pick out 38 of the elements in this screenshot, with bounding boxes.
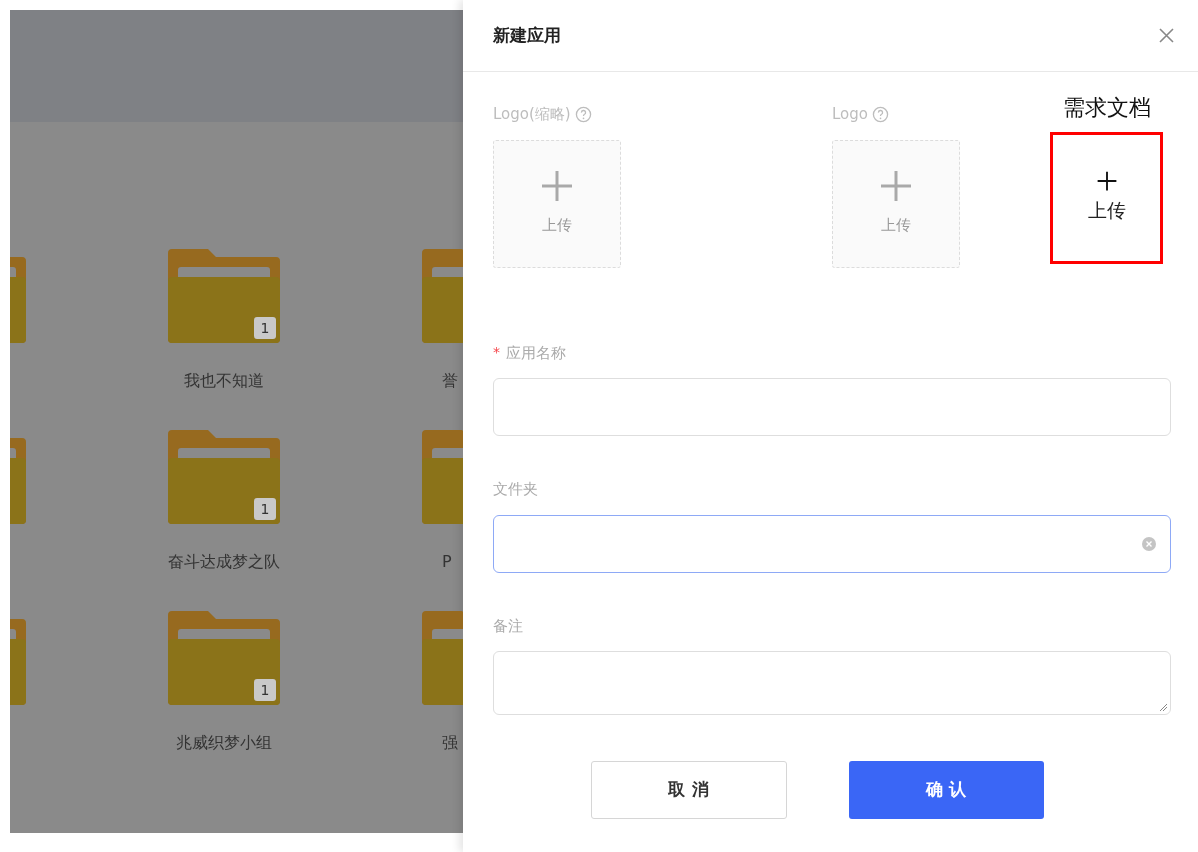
upload-button[interactable]: 上传 bbox=[832, 139, 960, 268]
folder-icon[interactable] bbox=[168, 249, 280, 345]
plus-icon bbox=[880, 170, 912, 203]
count-badge: 1 bbox=[254, 679, 276, 701]
help-icon[interactable] bbox=[872, 105, 889, 123]
folder-name[interactable]: 我也不知道 bbox=[184, 371, 264, 391]
count-badge: 1 bbox=[254, 498, 276, 520]
folder-name[interactable]: 强 bbox=[422, 733, 463, 753]
field-label: 备注 bbox=[493, 615, 523, 637]
upload-text: 上传 bbox=[542, 215, 572, 237]
upload-text: 上传 bbox=[881, 215, 911, 237]
folder-name[interactable]: 兆威织梦小组 bbox=[176, 733, 272, 753]
plus-icon bbox=[1096, 170, 1117, 191]
confirm-button[interactable]: 确认 bbox=[848, 761, 1044, 819]
folder-icon[interactable] bbox=[168, 611, 280, 707]
clear-icon[interactable] bbox=[1142, 536, 1156, 551]
input-field[interactable] bbox=[493, 514, 1171, 573]
close-icon[interactable] bbox=[1159, 28, 1174, 43]
folder-name[interactable]: 奋斗达成梦之队 bbox=[168, 552, 280, 572]
upload-text: 上传 bbox=[1087, 198, 1126, 223]
help-icon[interactable] bbox=[574, 105, 592, 123]
upload-label: Logo bbox=[832, 104, 868, 125]
folder-name[interactable]: 誉 bbox=[422, 371, 463, 391]
annotation-title: 需求文档 bbox=[1062, 94, 1151, 122]
count-badge: 1 bbox=[254, 317, 276, 339]
drawer-title: 新建应用 bbox=[493, 23, 561, 47]
upload-button[interactable]: 上传 bbox=[1050, 132, 1163, 264]
textarea-field[interactable] bbox=[493, 651, 1171, 715]
folder-name[interactable]: P bbox=[422, 552, 463, 572]
field-label: 应用名称 bbox=[506, 342, 566, 364]
cancel-button[interactable]: 取消 bbox=[590, 761, 787, 819]
plus-icon bbox=[541, 170, 573, 203]
upload-button[interactable]: 上传 bbox=[493, 139, 621, 268]
field-label: 文件夹 bbox=[493, 479, 538, 500]
required-mark: * bbox=[493, 343, 500, 363]
folder-icon[interactable] bbox=[168, 430, 280, 526]
resize-handle-icon[interactable] bbox=[1159, 703, 1168, 712]
upload-label: Logo(缩略) bbox=[493, 104, 571, 125]
